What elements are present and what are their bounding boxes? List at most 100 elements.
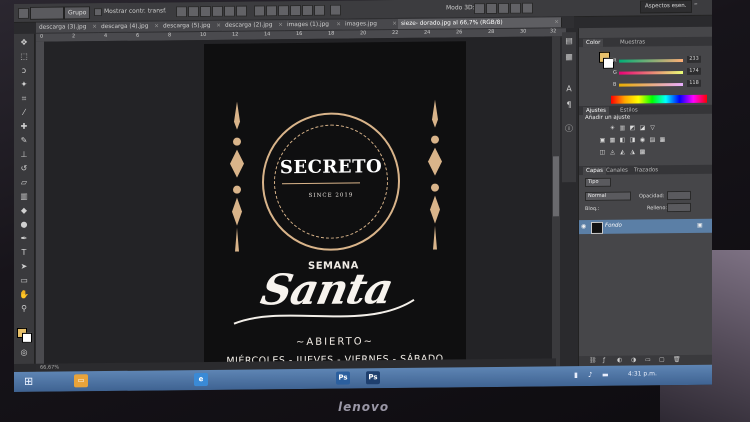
eye-icon[interactable]: ◉	[581, 223, 586, 230]
color-lookup-icon[interactable]: ▦	[659, 136, 666, 143]
distribute-left-icon[interactable]	[290, 4, 301, 17]
clone-stamp-tool-icon[interactable]: ⊥	[18, 150, 30, 160]
distribute-right-icon[interactable]	[314, 4, 325, 16]
posterize-icon[interactable]: ◬	[609, 149, 616, 156]
distribute-hcenter-icon[interactable]	[302, 4, 313, 16]
battery-icon[interactable]: ▬	[602, 371, 609, 379]
move-tool-icon[interactable]	[18, 7, 29, 19]
align-bottom-icon[interactable]	[200, 5, 211, 18]
minimize-icon[interactable]: –	[694, 0, 698, 8]
shape-tool-icon[interactable]: ▭	[18, 276, 30, 286]
color-balance-icon[interactable]: ◧	[619, 137, 626, 144]
history-icon[interactable]: ▤	[564, 36, 574, 46]
channel-mixer-icon[interactable]: ▤	[649, 136, 656, 143]
paragraph-icon[interactable]: ¶	[564, 100, 574, 110]
background-color-swatch[interactable]	[22, 332, 32, 343]
canvas-area[interactable]: SECRETO SINCE 2019 SEMANA Santa ~ABIERTO…	[44, 36, 554, 372]
rotate-3d-icon[interactable]	[474, 3, 485, 15]
adjustment-layer-icon[interactable]: ◑	[631, 356, 636, 363]
tab-active-document[interactable]: sieze- dorado.jpg al 66,7% (RGB/8) ×	[398, 17, 562, 29]
layer-row-fondo[interactable]: ◉ Fondo ▣	[579, 218, 712, 235]
exposure-icon[interactable]: ◪	[639, 124, 646, 131]
magic-wand-tool-icon[interactable]: ✦	[18, 80, 30, 90]
scrollbar-thumb[interactable]	[553, 156, 559, 217]
group-select[interactable]: Grupo	[64, 6, 91, 20]
browser-icon[interactable]: e	[194, 372, 208, 387]
hue-saturation-icon[interactable]: ▦	[609, 137, 616, 144]
zoom-tool-icon[interactable]: ⚲	[18, 304, 30, 314]
zoom-readout[interactable]: 66,67%	[40, 365, 59, 371]
close-icon[interactable]: ×	[336, 20, 341, 30]
threshold-icon[interactable]: ◭	[619, 149, 626, 156]
info-icon[interactable]: ⓘ	[564, 124, 574, 134]
move-tool-icon[interactable]: ✥	[18, 38, 30, 48]
close-icon[interactable]: ×	[392, 19, 397, 29]
explorer-icon[interactable]: ▭	[74, 374, 88, 388]
lasso-tool-icon[interactable]: ↄ	[18, 66, 30, 76]
blur-tool-icon[interactable]: ◆	[18, 206, 30, 216]
path-selection-tool-icon[interactable]: ➤	[18, 262, 30, 272]
photo-filter-icon[interactable]: ◉	[639, 136, 646, 143]
vertical-scrollbar[interactable]	[552, 36, 560, 367]
align-top-icon[interactable]	[176, 6, 187, 18]
b-value[interactable]: 118	[687, 79, 701, 87]
properties-icon[interactable]: ▦	[564, 52, 574, 62]
hand-tool-icon[interactable]: ✋	[18, 290, 30, 300]
scale-3d-icon[interactable]	[522, 2, 533, 14]
gradient-map-icon[interactable]: ▽	[649, 124, 656, 131]
tab-paths[interactable]: Trazados	[631, 166, 661, 174]
trash-icon[interactable]: 🗑	[673, 356, 681, 363]
tab-descarga-4[interactable]: descarga (4).jpg ×	[98, 21, 162, 33]
close-icon[interactable]: ×	[154, 21, 159, 31]
photoshop-taskbar-icon[interactable]: Ps	[336, 371, 350, 385]
close-icon[interactable]: ×	[554, 17, 559, 27]
character-icon[interactable]: A	[564, 84, 574, 94]
workspace-switcher[interactable]: Aspectos esen.	[640, 0, 692, 14]
layer-kind-filter[interactable]: Tipo	[585, 177, 611, 188]
align-hcenter-icon[interactable]	[224, 5, 235, 17]
tab-descarga-3[interactable]: descarga (3).jpg ×	[36, 22, 100, 33]
b-slider[interactable]	[619, 82, 683, 87]
link-icon[interactable]: ⛓	[589, 357, 597, 364]
quick-mask-icon[interactable]: ◎	[18, 348, 30, 358]
document-canvas[interactable]: SECRETO SINCE 2019 SEMANA Santa ~ABIERTO…	[204, 41, 466, 370]
tab-channels[interactable]: Canales	[603, 167, 631, 175]
close-icon[interactable]: ×	[278, 20, 283, 30]
selective-color-icon[interactable]: ◮	[629, 148, 636, 155]
vibrance-icon[interactable]: ▣	[599, 137, 606, 144]
slide-3d-icon[interactable]	[510, 2, 521, 14]
tab-color[interactable]: Color	[583, 38, 604, 48]
distribute-bottom-icon[interactable]	[278, 5, 289, 17]
clock[interactable]: 4:31 p.m.	[628, 370, 657, 377]
mask-icon[interactable]: ◐	[617, 357, 622, 364]
fill-field[interactable]	[667, 202, 691, 213]
roll-3d-icon[interactable]	[486, 2, 497, 15]
auto-align-icon[interactable]	[330, 4, 341, 16]
opacity-field[interactable]	[667, 190, 691, 201]
history-brush-tool-icon[interactable]: ↺	[18, 164, 30, 174]
brush-tool-icon[interactable]: ✎	[18, 136, 30, 146]
dodge-tool-icon[interactable]: ●	[18, 220, 30, 230]
tab-swatches[interactable]: Muestras	[617, 38, 648, 46]
gradient-tool-icon[interactable]: ▥	[18, 192, 30, 202]
distribute-vcenter-icon[interactable]	[266, 5, 277, 17]
align-vcenter-icon[interactable]	[188, 6, 199, 18]
close-icon[interactable]: ×	[92, 22, 97, 32]
tab-images-1[interactable]: images (1).jpg ×	[284, 19, 344, 31]
show-transform-checkbox[interactable]	[94, 8, 102, 17]
marquee-tool-icon[interactable]: ⬚	[18, 52, 30, 62]
gradient-fill-icon[interactable]: ▩	[639, 148, 646, 155]
brightness-icon[interactable]: ☀	[609, 125, 616, 132]
black-white-icon[interactable]: ◨	[629, 136, 636, 143]
distribute-top-icon[interactable]	[254, 5, 265, 17]
tab-images[interactable]: images.jpg ×	[342, 18, 400, 30]
eraser-tool-icon[interactable]: ▱	[18, 178, 30, 188]
tab-styles[interactable]: Estilos	[617, 106, 641, 114]
g-slider[interactable]	[619, 70, 683, 75]
fx-icon[interactable]: ƒ	[603, 357, 605, 364]
invert-icon[interactable]: ◫	[599, 149, 606, 156]
network-icon[interactable]: ▮	[574, 371, 578, 379]
align-left-icon[interactable]	[212, 5, 223, 17]
close-icon[interactable]: ×	[216, 21, 221, 31]
type-tool-icon[interactable]: T	[18, 248, 30, 258]
